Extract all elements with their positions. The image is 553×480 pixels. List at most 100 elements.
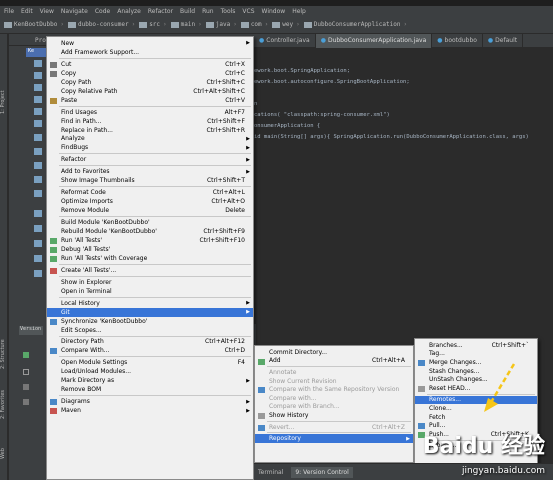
menu-item-branches[interactable]: Branches... Ctrl+Shift+` [415,341,537,350]
menu-item-copy-path[interactable]: Copy Path Ctrl+Shift+C [47,78,253,87]
menu-item-compare-with[interactable]: Compare with... [255,394,413,403]
menu-item-show-current-revision[interactable]: Show Current Revision [255,377,413,386]
tree-node-icon[interactable] [34,72,42,79]
tree-node-icon[interactable] [34,270,42,277]
menu-tools[interactable]: Tools [221,8,236,15]
menu-item-replace-in-path[interactable]: Replace in Path... Ctrl+Shift+R [47,126,253,135]
menu-item-compare-with[interactable]: Compare With... Ctrl+D [47,346,253,355]
menu-item-show-image-thumbnails[interactable]: Show Image Thumbnails Ctrl+Shift+T [47,176,253,185]
menu-item-open-in-terminal[interactable]: Open in Terminal [47,287,253,296]
menu-file[interactable]: File [4,8,14,15]
menu-item-local-history[interactable]: Local History ▶ [47,299,253,308]
menu-build[interactable]: Build [180,8,195,15]
tool-tab-web[interactable]: Web [0,439,8,459]
menu-item-find-in-path[interactable]: Find in Path... Ctrl+Shift+F [47,117,253,126]
menu-item-rebuild-module-kenbootdubbo[interactable]: Rebuild Module 'KenBootDubbo' Ctrl+Shift+… [47,227,253,236]
menu-item-build-module-kenbootdubbo[interactable]: Build Module 'KenBootDubbo' [47,218,253,227]
tree-node-icon[interactable] [34,60,42,67]
menu-help[interactable]: Help [292,8,306,15]
menu-item-paste[interactable]: Paste Ctrl+V [47,96,253,105]
menu-item-tag[interactable]: Tag... [415,350,537,359]
settings-icon[interactable] [23,399,29,405]
menu-run[interactable]: Run [202,8,214,15]
menu-item-show-in-explorer[interactable]: Show in Explorer [47,278,253,287]
menu-item-add[interactable]: Add Ctrl+Alt+A [255,357,413,366]
menu-vcs[interactable]: VCS [242,8,254,15]
breadcrumb-item[interactable]: dubbo-consumer › [67,21,135,28]
breadcrumb-item[interactable]: com › [240,21,268,28]
menu-item-show-history[interactable]: Show History [255,411,413,420]
tree-node-icon[interactable] [34,84,42,91]
menu-item-new[interactable]: New ▶ [47,39,253,48]
tree-node-icon[interactable] [34,148,42,155]
menu-item-debug-all-tests[interactable]: Debug 'All Tests' [47,245,253,254]
editor-tab[interactable]: ● Controller.java [254,33,316,48]
menu-item-directory-path[interactable]: Directory Path Ctrl+Alt+F12 [47,338,253,347]
terminal-tab[interactable]: Terminal [258,469,283,476]
breadcrumb-item[interactable]: DubboConsumerApplication › [303,21,407,28]
menu-item-commit-directory[interactable]: Commit Directory... [255,348,413,357]
menu-refactor[interactable]: Refactor [148,8,173,15]
menu-item-annotate[interactable]: Annotate [255,368,413,377]
refresh-icon[interactable] [23,352,29,358]
menu-item-find-usages[interactable]: Find Usages Alt+F7 [47,108,253,117]
menu-code[interactable]: Code [95,8,110,15]
tree-node-icon[interactable] [34,96,42,103]
menu-item-findbugs[interactable]: FindBugs ▶ [47,143,253,152]
breadcrumb-item[interactable]: wey › [272,21,300,28]
menu-item-compare-with-the-same-repository-version[interactable]: Compare with the Same Repository Version [255,385,413,394]
menu-item-open-module-settings[interactable]: Open Module Settings F4 [47,358,253,367]
version-control-tab[interactable]: 9: Version Control [291,466,353,478]
breadcrumb-item[interactable]: main › [170,21,202,28]
tree-node-icon[interactable] [34,162,42,169]
breadcrumb-item[interactable]: java › [205,21,237,28]
version-tab[interactable]: Version [19,326,43,335]
tree-node-icon[interactable] [34,240,42,247]
menu-item-add-to-favorites[interactable]: Add to Favorites ▶ [47,167,253,176]
menu-item-optimize-imports[interactable]: Optimize Imports Ctrl+Alt+O [47,197,253,206]
menu-item-repository[interactable]: Repository ▶ [255,434,413,443]
checkbox-icon[interactable] [23,369,29,375]
code-editor[interactable]: ework.boot.SpringApplication; ework.boot.… [254,48,553,338]
menu-item-git[interactable]: Git ▶ [47,307,253,317]
tool-tab-favorites[interactable]: 2: Favorites [0,374,8,419]
menu-item-maven[interactable]: Maven ▶ [47,406,253,415]
breadcrumb-item[interactable]: KenBootDubbo › [4,21,64,28]
menu-item-remove-bom[interactable]: Remove BOM [47,385,253,394]
tree-node-icon[interactable] [34,120,42,127]
tool-tab-project[interactable]: 1: Project [0,74,8,114]
filter-icon[interactable] [23,384,29,390]
tree-node-icon[interactable] [34,176,42,183]
menu-item-edit-scopes[interactable]: Edit Scopes... [47,326,253,335]
menu-item-run-all-tests[interactable]: Run 'All Tests' Ctrl+Shift+F10 [47,236,253,245]
editor-tab[interactable]: ● DubboConsumerApplication.java [315,33,433,48]
menu-item-remove-module[interactable]: Remove Module Delete [47,206,253,215]
menu-item-create-all-tests[interactable]: Create 'All Tests'... [47,266,253,275]
menu-item-add-framework-support[interactable]: Add Framework Support... [47,48,253,57]
menu-item-analyze[interactable]: Analyze ▶ [47,135,253,144]
tree-node-icon[interactable] [34,210,42,217]
tree-node-icon[interactable] [34,134,42,141]
tree-node-icon[interactable] [34,255,42,262]
menu-item-compare-with-branch[interactable]: Compare with Branch... [255,403,413,412]
tree-node-icon[interactable] [34,225,42,232]
menu-window[interactable]: Window [262,8,286,15]
menu-item-copy-relative-path[interactable]: Copy Relative Path Ctrl+Alt+Shift+C [47,87,253,96]
menu-item-revert[interactable]: Revert... Ctrl+Alt+Z [255,423,413,432]
editor-tab[interactable]: ● Default [483,33,524,48]
menu-analyze[interactable]: Analyze [117,8,141,15]
menu-item-refactor[interactable]: Refactor ▶ [47,155,253,164]
tree-node-icon[interactable] [34,108,42,115]
menu-view[interactable]: View [40,8,54,15]
menu-item-diagrams[interactable]: Diagrams ▶ [47,397,253,406]
menu-item-cut[interactable]: Cut Ctrl+X [47,60,253,69]
menu-item-synchronize-kenbootdubbo[interactable]: Synchronize 'KenBootDubbo' [47,317,253,326]
menu-item-reformat-code[interactable]: Reformat Code Ctrl+Alt+L [47,188,253,197]
tree-node-icon[interactable] [34,190,42,197]
menu-edit[interactable]: Edit [21,8,33,15]
menu-navigate[interactable]: Navigate [61,8,88,15]
menu-item-copy[interactable]: Copy Ctrl+C [47,69,253,78]
menu-item-load-unload-modules[interactable]: Load/Unload Modules... [47,367,253,376]
tool-tab-structure[interactable]: 2: Structure [0,324,8,369]
editor-tab[interactable]: ● bootdubbo [432,33,483,48]
